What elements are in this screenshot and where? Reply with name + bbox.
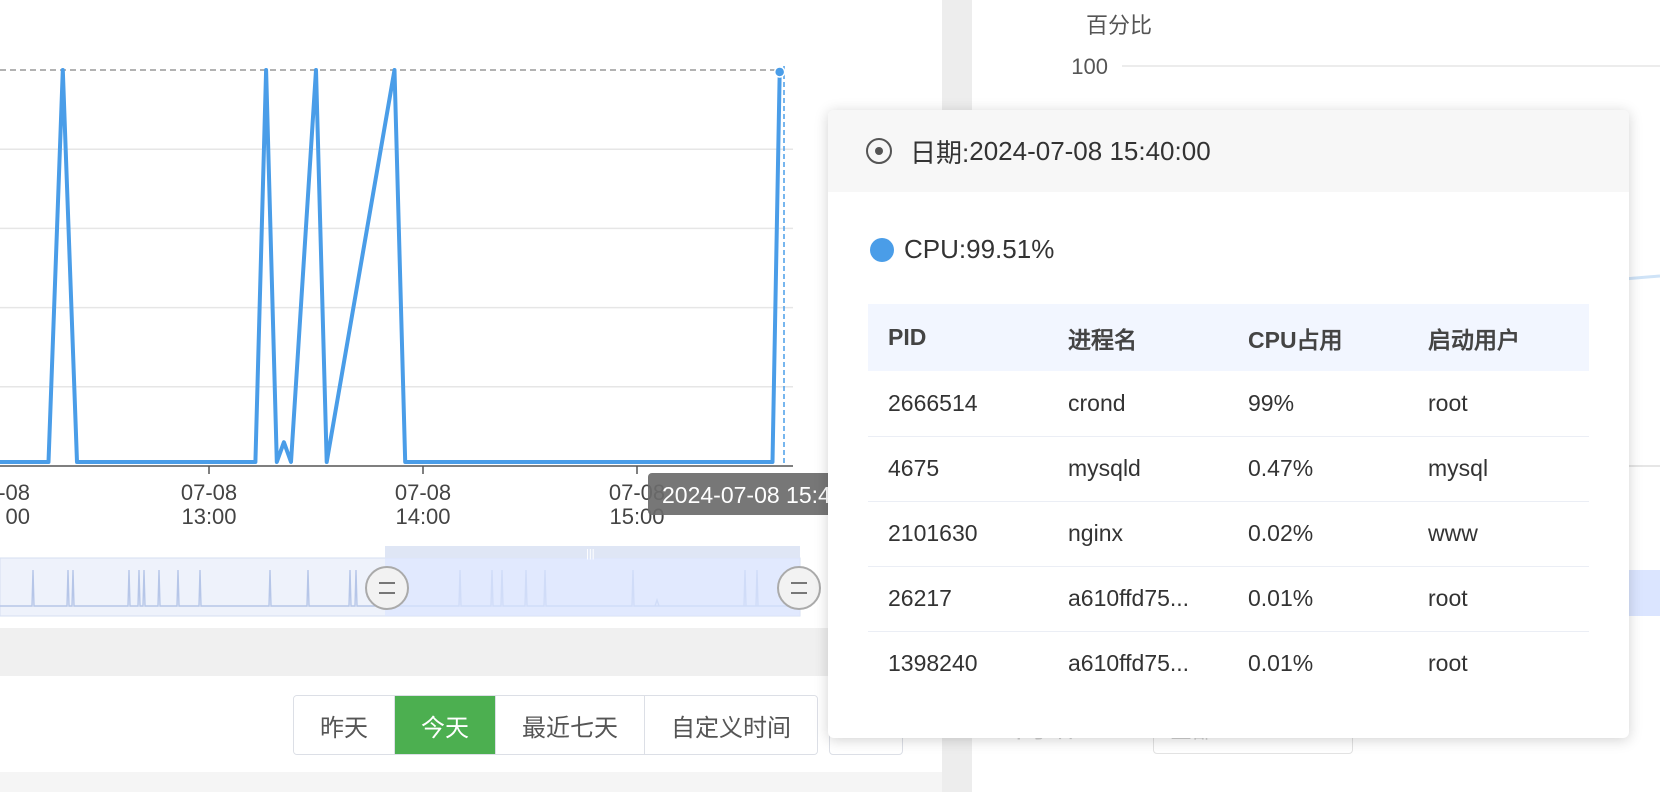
column-header-process-name: 进程名: [1048, 304, 1228, 371]
column-header-pid: PID: [868, 304, 1048, 371]
last-seven-days-button[interactable]: 最近七天: [496, 696, 645, 754]
cell-start-user: root: [1428, 650, 1468, 677]
cell-pid: 4675: [868, 436, 1048, 502]
series-color-dot: [870, 237, 894, 262]
move-bar-grip: |||: [586, 548, 595, 560]
target-icon: [866, 138, 892, 164]
table-row: 1398240 a610ffd75... 0.01% root: [868, 631, 1589, 696]
date-label: 日期:: [910, 137, 970, 168]
cell-process-name: mysqld: [1048, 436, 1228, 502]
column-header-cpu-usage: CPU占用: [1228, 304, 1408, 371]
table-row: 26217 a610ffd75... 0.01% root: [868, 566, 1589, 632]
series-value: 99.51%: [966, 234, 1055, 264]
datazoom-right-handle[interactable]: [777, 566, 821, 610]
cell-pid: 1398240: [888, 650, 978, 677]
bottom-separator: [0, 772, 942, 792]
cpu-tooltip: 日期: 2024-07-08 15:40:00 CPU: 99.51% PID …: [828, 110, 1629, 738]
cell-cpu-usage: 0.01%: [1228, 566, 1408, 632]
hover-data-point: [773, 66, 786, 78]
cell-cpu-usage: 99%: [1228, 371, 1408, 437]
tooltip-series-row: CPU: 99.51%: [870, 234, 1054, 265]
custom-time-button[interactable]: 自定义时间: [645, 696, 817, 754]
table-header-row: PID 进程名 CPU占用 启动用户: [868, 304, 1589, 371]
cell-cpu-usage: 0.02%: [1228, 501, 1408, 567]
x-tick-date: 07-08: [0, 480, 30, 505]
x-axis-ticks: 07-080007-0813:0007-0814:0007-0815:00: [0, 466, 665, 529]
date-value: 2024-07-08 15:40:00: [969, 135, 1211, 166]
x-tick-time: 14:00: [395, 504, 450, 529]
process-table: PID 进程名 CPU占用 启动用户 2666514 crond 99% root 4…: [868, 304, 1589, 696]
x-tick-date: 07-08: [395, 480, 451, 505]
datazoom-selected-window: [385, 558, 800, 616]
cell-process-name: a610ffd75...: [1048, 566, 1228, 632]
x-tick-date: 07-08: [181, 480, 237, 505]
cell-process-name: nginx: [1048, 501, 1228, 567]
cpu-series-line: [0, 68, 782, 465]
cell-process-name: a610ffd75...: [1068, 650, 1190, 677]
cell-pid: 26217: [868, 566, 1048, 632]
column-header-start-user: 启动用户: [1408, 304, 1589, 371]
table-row: 4675 mysqld 0.47% mysql: [868, 436, 1589, 502]
today-button[interactable]: 今天: [395, 696, 496, 754]
cell-cpu-usage: 0.01%: [1248, 650, 1314, 677]
panel-divider: [0, 628, 942, 676]
cell-start-user: www: [1408, 501, 1589, 567]
datazoom-slider[interactable]: |||: [0, 546, 821, 617]
cell-start-user: root: [1408, 566, 1589, 632]
cell-start-user: mysql: [1408, 436, 1589, 502]
cell-cpu-usage: 0.47%: [1228, 436, 1408, 502]
x-tick-time: 13:00: [181, 504, 236, 529]
tooltip-header: 日期: 2024-07-08 15:40:00: [828, 110, 1629, 192]
time-range-button-group: 昨天 今天 最近七天 自定义时间: [293, 695, 818, 755]
cpu-line-chart[interactable]: 07-080007-0813:0007-0814:0007-0815:00 20…: [0, 0, 942, 628]
table-row: 2666514 crond 99% root: [868, 371, 1589, 437]
monitor-dashboard: 07-080007-0813:0007-0814:0007-0815:00 20…: [0, 0, 1660, 792]
cell-start-user: root: [1408, 371, 1589, 437]
table-row: 2101630 nginx 0.02% www: [868, 501, 1589, 567]
cell-pid: 2101630: [868, 501, 1048, 567]
yesterday-button[interactable]: 昨天: [294, 696, 395, 754]
cell-pid: 2666514: [868, 371, 1048, 437]
cpu-chart-panel: 07-080007-0813:0007-0814:0007-0815:00 20…: [0, 0, 942, 792]
cell-process-name: crond: [1048, 371, 1228, 437]
x-tick-time: 00: [6, 504, 30, 529]
y-tick-label: 100: [1071, 54, 1108, 79]
series-label: CPU:: [904, 234, 967, 264]
datazoom-left-handle[interactable]: [365, 566, 409, 610]
